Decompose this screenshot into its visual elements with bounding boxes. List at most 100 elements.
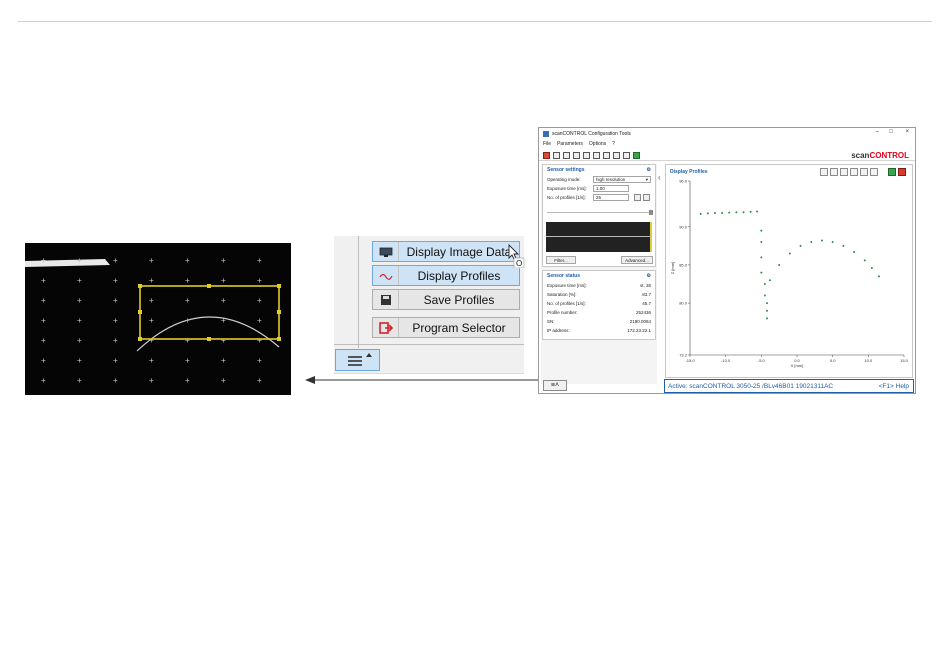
open-icon[interactable] bbox=[553, 151, 560, 159]
brand-prefix: scan bbox=[851, 151, 870, 160]
export-profile-icon[interactable] bbox=[888, 168, 896, 176]
left-pane: Sensor settings ⚙ Operating mode: high r… bbox=[541, 164, 657, 384]
operating-mode-select[interactable]: high resolution ▾ bbox=[593, 176, 651, 183]
exposure-row: Exposure time [ms]: 1.00 bbox=[543, 184, 655, 193]
menu-toggle-button[interactable]: ≡˄ bbox=[543, 380, 567, 391]
program-selector-button[interactable]: Program Selector bbox=[372, 317, 520, 338]
hamburger-icon: ≡˄ bbox=[550, 382, 560, 389]
grid-icon[interactable] bbox=[840, 168, 848, 176]
camera-image-drawing bbox=[25, 259, 281, 352]
connect-icon[interactable] bbox=[633, 151, 640, 159]
fit-view-icon[interactable] bbox=[820, 168, 828, 176]
profile-point bbox=[721, 212, 724, 215]
grid-cross-marker: + bbox=[257, 336, 262, 345]
display-profiles-label: Display Profiles bbox=[417, 268, 501, 283]
load-settings-icon[interactable] bbox=[593, 151, 600, 159]
grid-cross-marker: + bbox=[77, 276, 82, 285]
save-profiles-button[interactable]: Save Profiles bbox=[372, 289, 520, 310]
menu-toggle-button-zoom[interactable] bbox=[335, 349, 380, 371]
settings-gear-icon[interactable]: ⚙ bbox=[647, 167, 651, 173]
profile-point bbox=[756, 210, 759, 213]
grid-cross-marker: + bbox=[257, 296, 262, 305]
profile-point bbox=[853, 250, 856, 253]
y-tick-label: 85.0 bbox=[679, 262, 688, 267]
zoom-icon[interactable] bbox=[850, 168, 858, 176]
sensor-status-panel: Sensor status ⚙ Exposure time [ms]: st. 3… bbox=[542, 270, 656, 340]
advanced-button[interactable]: Advanced... bbox=[621, 256, 653, 264]
grid-cross-marker: + bbox=[113, 316, 118, 325]
grid-cross-marker: + bbox=[113, 296, 118, 305]
grid-cross-marker: + bbox=[185, 276, 190, 285]
print-icon[interactable] bbox=[583, 151, 590, 159]
grid-cross-marker: + bbox=[149, 336, 154, 345]
grid-cross-marker: + bbox=[113, 336, 118, 345]
close-icon[interactable]: × bbox=[905, 129, 909, 135]
sensor-settings-panel: Sensor settings ⚙ Operating mode: high r… bbox=[542, 164, 656, 267]
grid-cross-marker: + bbox=[41, 296, 46, 305]
exposure-input[interactable]: 1.00 bbox=[593, 185, 629, 192]
status-label: Saturation [%]: bbox=[547, 292, 577, 297]
status-row: IP address: 172.23.22.1 bbox=[543, 326, 655, 335]
rate-slider-track[interactable] bbox=[547, 212, 653, 213]
camera-icon[interactable] bbox=[643, 194, 650, 201]
display-profiles-button[interactable]: Display Profiles bbox=[372, 265, 520, 286]
roi-handle bbox=[138, 284, 142, 288]
export-icon[interactable] bbox=[613, 151, 620, 159]
sensor-icon[interactable] bbox=[623, 151, 630, 159]
collapse-pane-icon[interactable]: ‹ bbox=[658, 173, 661, 182]
profile-point bbox=[766, 317, 769, 320]
filter-button[interactable]: Filter... bbox=[546, 256, 576, 264]
chevron-down-icon: ▾ bbox=[645, 177, 648, 182]
profiles-rate-value: 25 bbox=[596, 195, 602, 200]
refresh-icon[interactable] bbox=[830, 168, 838, 176]
pipette-icon[interactable] bbox=[870, 168, 878, 176]
menu-parameters[interactable]: Parameters bbox=[557, 141, 583, 149]
status-bar: Active: scanCONTROL 3050-25 /BLv46B01 19… bbox=[664, 379, 914, 393]
roi-handle bbox=[207, 337, 211, 341]
status-gear-icon[interactable]: ⚙ bbox=[647, 273, 651, 279]
profiles-rate-row: No. of profiles [1/s]: 25 bbox=[543, 193, 655, 202]
profile-point bbox=[842, 244, 845, 247]
save-icon[interactable] bbox=[563, 151, 570, 159]
camera-snapshot-icon[interactable] bbox=[860, 168, 868, 176]
store-settings-icon[interactable] bbox=[603, 151, 610, 159]
status-label: Exposure time [ms]: bbox=[547, 283, 587, 288]
grid-cross-marker: + bbox=[149, 356, 154, 365]
grid-cross-marker: + bbox=[149, 276, 154, 285]
status-row: Saturation [%]: 83.7 bbox=[543, 290, 655, 299]
grid-cross-marker: + bbox=[221, 356, 226, 365]
display-profiles-pane: -15.0 -10.0 -5.0 0.0 5.0 10.0 15.0 96.0 90.0 85.0… bbox=[665, 164, 913, 378]
grid-cross-marker: + bbox=[77, 336, 82, 345]
menu-bar: File Parameters Options ? bbox=[539, 141, 615, 149]
grid-cross-marker: + bbox=[185, 316, 190, 325]
help-hint[interactable]: <F1> Help bbox=[879, 383, 909, 390]
grid-cross-marker: + bbox=[149, 256, 154, 265]
profile-point bbox=[778, 263, 781, 266]
grid-cross-marker: + bbox=[113, 276, 118, 285]
minimize-icon[interactable]: – bbox=[876, 129, 879, 135]
pause-icon[interactable] bbox=[634, 194, 641, 201]
profile-point bbox=[760, 229, 763, 232]
grid-cross-marker: + bbox=[77, 356, 82, 365]
grid-cross-marker: + bbox=[41, 336, 46, 345]
program-selector-label: Program Selector bbox=[412, 320, 506, 335]
menu-help[interactable]: ? bbox=[612, 141, 615, 149]
profile-point bbox=[768, 279, 771, 282]
menu-options[interactable]: Options bbox=[589, 141, 606, 149]
profile-point bbox=[763, 294, 766, 297]
delete-icon[interactable] bbox=[898, 168, 906, 176]
grid-cross-marker: + bbox=[185, 336, 190, 345]
display-image-data-button[interactable]: Display Image Data bbox=[372, 241, 520, 262]
profile-plot: -15.0 -10.0 -5.0 0.0 5.0 10.0 15.096.090.085.0… bbox=[670, 179, 909, 369]
status-label: Profile number: bbox=[547, 310, 578, 315]
profiles-rate-input[interactable]: 25 bbox=[593, 194, 629, 201]
menu-file[interactable]: File bbox=[543, 141, 551, 149]
save-as-icon[interactable] bbox=[573, 151, 580, 159]
rate-slider-thumb[interactable] bbox=[649, 210, 653, 215]
profile-point bbox=[788, 252, 791, 255]
exit-icon[interactable] bbox=[543, 151, 550, 159]
toolbar: scanCONTROL bbox=[539, 150, 915, 161]
status-value: 172.23.22.1 bbox=[627, 328, 651, 333]
grid-cross-marker: + bbox=[185, 376, 190, 385]
maximize-icon[interactable]: □ bbox=[889, 129, 893, 135]
